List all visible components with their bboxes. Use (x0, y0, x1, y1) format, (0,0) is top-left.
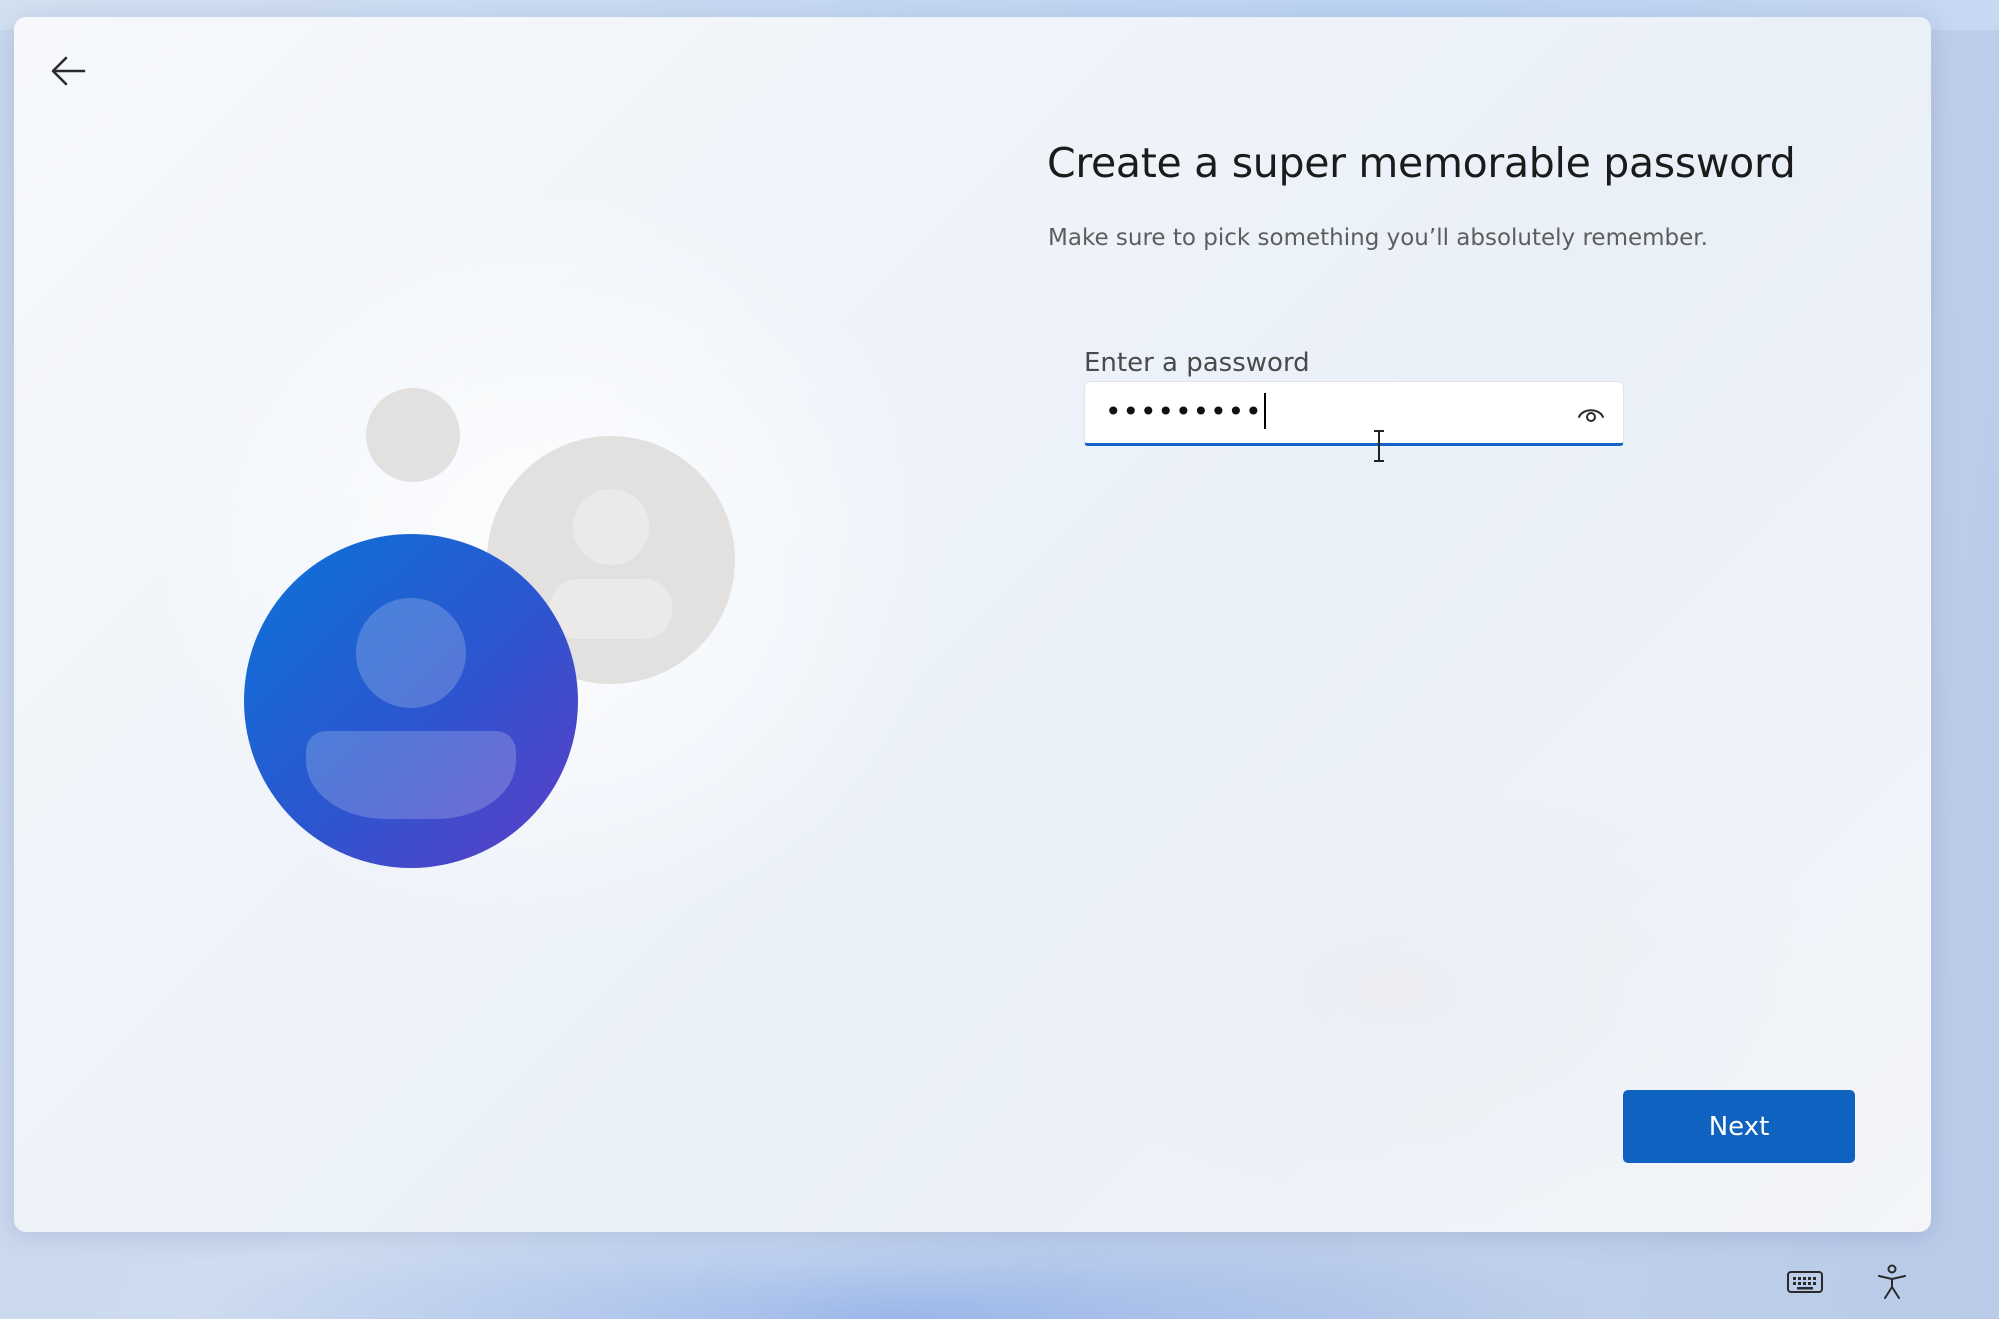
password-field-label: Enter a password (1084, 348, 1310, 378)
user-accounts-illustration (244, 388, 735, 868)
reveal-password-button[interactable] (1575, 398, 1607, 430)
eye-icon (1578, 409, 1604, 422)
page-subtitle: Make sure to pick something you’ll absol… (1048, 225, 1708, 251)
touch-keyboard-button[interactable] (1783, 1262, 1827, 1302)
keyboard-icon (1787, 1271, 1823, 1293)
setup-dialog: Create a super memorable password Make s… (14, 17, 1931, 1232)
ibeam-cursor-icon (1374, 430, 1384, 462)
page-title: Create a super memorable password (1047, 139, 1796, 187)
password-masked-value: ••••••••• (1105, 395, 1263, 428)
password-input[interactable]: ••••••••• (1084, 381, 1624, 446)
text-caret (1263, 393, 1266, 429)
accessibility-icon (1878, 1264, 1906, 1299)
next-button[interactable]: Next (1623, 1090, 1855, 1163)
password-value-container: ••••••••• (1105, 393, 1266, 431)
accessibility-button[interactable] (1870, 1262, 1914, 1302)
primary-avatar-icon (244, 534, 578, 868)
small-dot (366, 388, 460, 482)
